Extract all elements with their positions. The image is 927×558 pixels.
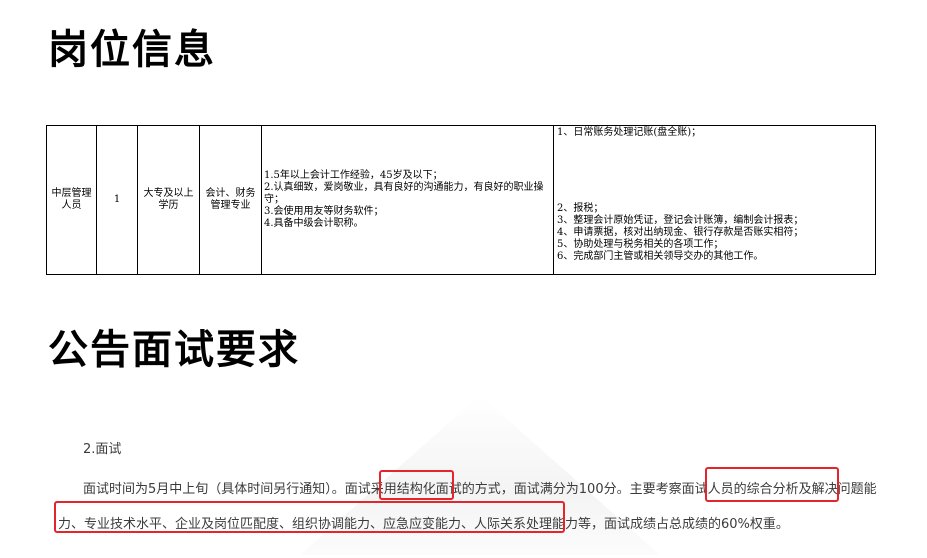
education-cell: 大专及以上学历 bbox=[137, 125, 200, 275]
highlight-box-abilities bbox=[54, 501, 565, 533]
highlight-box-analysis bbox=[705, 467, 839, 502]
requirement-item: 1.5年以上会计工作经验，45岁及以下； bbox=[264, 170, 443, 181]
duty-item: 4、申请票据，核对出纳现金、银行存款是否账实相符； bbox=[557, 227, 804, 238]
requirement-item: 3.会使用用友等财务软件； bbox=[264, 206, 384, 217]
major-cell: 会计、财务管理专业 bbox=[199, 125, 262, 275]
requirement-item: 4.具备中级会计职称。 bbox=[264, 218, 364, 229]
table-row: 中层管理人员 1 大专及以上学历 会计、财务管理专业 1.5年以上会计工作经验，… bbox=[46, 125, 876, 275]
interview-subheading: 2.面试 bbox=[83, 442, 122, 457]
requirements-cell: 1.5年以上会计工作经验，45岁及以下； 2.认真细致，爱岗敬业，具有良好的沟通… bbox=[261, 125, 554, 275]
job-info-heading: 岗位信息 bbox=[48, 27, 216, 73]
position-cell: 中层管理人员 bbox=[46, 125, 97, 275]
count-cell: 1 bbox=[96, 125, 138, 275]
duty-item: 2、报税； bbox=[557, 203, 604, 214]
job-info-table: 中层管理人员 1 大专及以上学历 会计、财务管理专业 1.5年以上会计工作经验，… bbox=[46, 125, 876, 275]
duty-item: 5、协助处理与税务相关的各项工作； bbox=[557, 239, 724, 250]
duties-cell: 1、日常账务处理记账(盘全账)； 2、报税； 3、整理会计原始凭证，登记会计账簿… bbox=[553, 125, 876, 275]
duty-item: 1、日常账务处理记账(盘全账)； bbox=[557, 127, 702, 138]
interview-requirements-heading: 公告面试要求 bbox=[48, 327, 300, 373]
duty-item: 3、整理会计原始凭证，登记会计账簿，编制会计报表； bbox=[557, 215, 804, 226]
requirement-item: 2.认真细致，爱岗敬业，具有良好的沟通能力，有良好的职业操守； bbox=[264, 182, 544, 205]
duty-item: 6、完成部门主管或相关领导交办的其他工作。 bbox=[557, 251, 764, 262]
highlight-box-structured bbox=[379, 470, 454, 500]
